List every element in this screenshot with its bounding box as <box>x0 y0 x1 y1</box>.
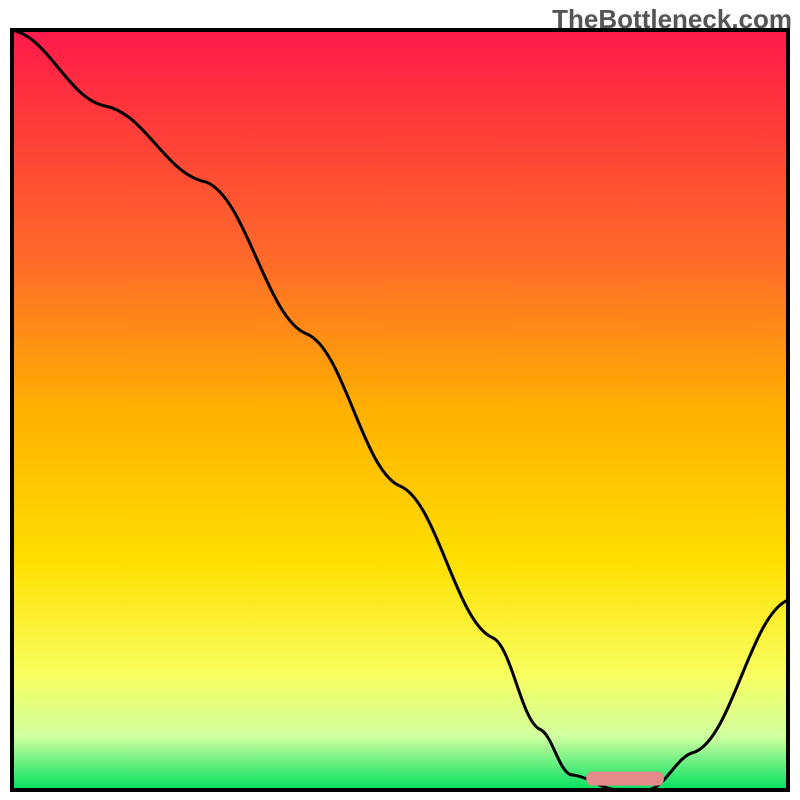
optimum-marker <box>586 772 664 786</box>
gradient-background <box>12 30 788 790</box>
chart-frame: TheBottleneck.com <box>0 0 800 800</box>
watermark-text: TheBottleneck.com <box>552 4 792 35</box>
bottleneck-chart <box>0 0 800 800</box>
